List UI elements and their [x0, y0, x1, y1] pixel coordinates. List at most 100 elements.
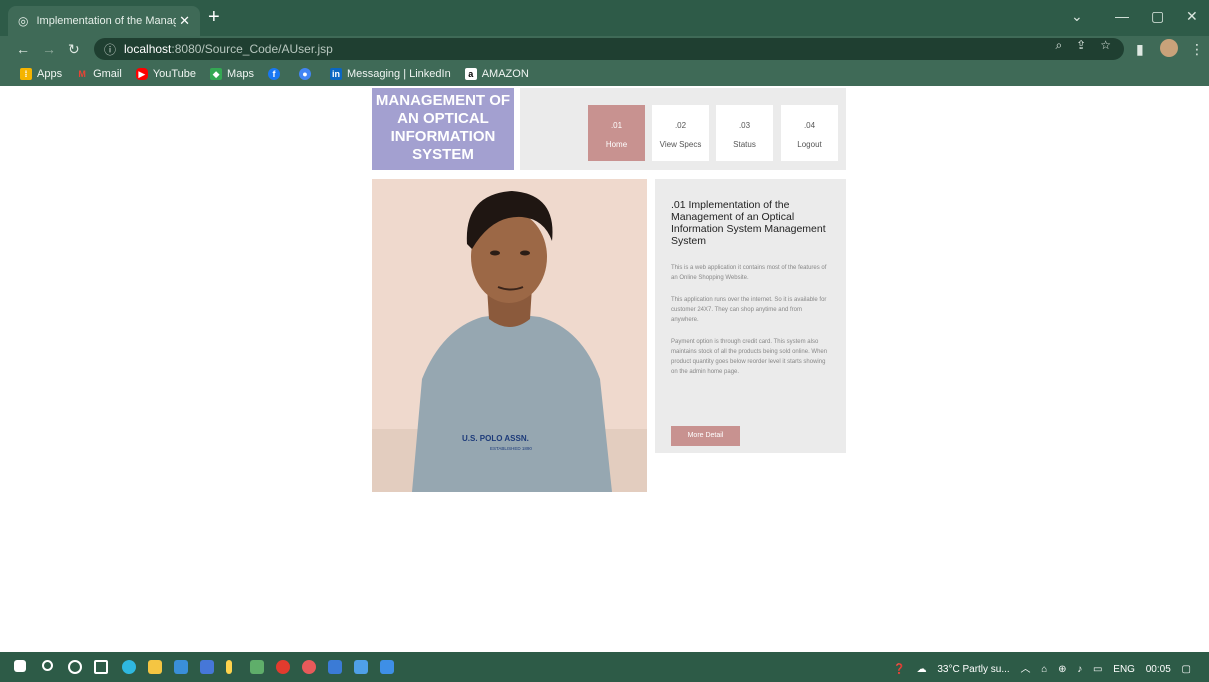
maximize-icon[interactable]: ▢ [1151, 8, 1164, 25]
nav-number: .04 [803, 121, 816, 130]
bookmark-label: Gmail [93, 68, 122, 80]
profile-photo: U.S. POLO ASSN. ESTABLISHED 1890 [372, 179, 647, 492]
amazon-icon: a [464, 68, 477, 80]
system-tray: ❓ ☁ 33°C Partly su... ︿ ⌂ ⊕ ♪ ▭ ENG 00:0… [885, 660, 1191, 675]
apps-grid-icon: ⁞ [20, 68, 32, 80]
url-path: :8080/Source_Code/AUser.jsp [171, 42, 333, 56]
tab-search-icon[interactable]: ⌄ [1071, 8, 1083, 25]
linkedin-icon: in [329, 68, 342, 80]
nav-view-specs[interactable]: .02 View Specs [652, 105, 709, 161]
bookmark-amazon[interactable]: a AMAZON [464, 68, 529, 80]
power-automate-icon[interactable] [226, 660, 232, 674]
omnibox-action-icons: ⌕⇪☆ [1055, 38, 1125, 53]
bookmarks-bar: ⁞ Apps M Gmail ▶ YouTube ◆ Maps f ● in M… [0, 62, 1209, 86]
vscode-icon[interactable] [200, 660, 214, 674]
help-icon[interactable]: ❓ [893, 664, 905, 675]
bookmark-youtube[interactable]: ▶ YouTube [135, 68, 196, 80]
shirt-print: U.S. POLO ASSN. [462, 434, 529, 443]
app-icon[interactable] [354, 660, 368, 674]
youtube-icon: ▶ [135, 68, 148, 80]
person-illustration: U.S. POLO ASSN. ESTABLISHED 1890 [372, 179, 647, 492]
bookmark-linkedin[interactable]: in Messaging | LinkedIn [329, 68, 451, 80]
chrome-taskbar-icon[interactable] [250, 660, 264, 674]
site-logo[interactable]: MANAGEMENT OF AN OPTICAL INFORMATION SYS… [372, 88, 514, 170]
clock[interactable]: 00:05 [1146, 664, 1171, 675]
bookmark-maps[interactable]: ◆ Maps [210, 68, 254, 80]
language-indicator[interactable]: ENG [1113, 664, 1135, 675]
file-explorer-icon[interactable] [148, 660, 162, 674]
battery-icon[interactable]: ▭ [1093, 664, 1102, 675]
new-tab-button[interactable]: + [208, 6, 220, 29]
bookmark-label: Maps [227, 68, 254, 80]
zoom-icon[interactable]: ⌕ [1055, 38, 1076, 52]
nav-number: .03 [738, 121, 751, 130]
recorder-icon[interactable] [302, 660, 316, 674]
bookmark-facebook[interactable]: f [267, 68, 285, 80]
close-window-icon[interactable]: ✕ [1186, 8, 1198, 25]
profile-avatar[interactable] [1160, 39, 1178, 57]
task-view-icon[interactable] [94, 660, 108, 674]
nav-label: Home [605, 140, 628, 149]
info-card: .01 Implementation of the Management of … [655, 179, 846, 453]
url-host: localhost [124, 42, 172, 56]
bookmark-gmail[interactable]: M Gmail [76, 68, 122, 80]
gmail-icon: M [78, 69, 86, 79]
maps-icon: ◆ [210, 68, 223, 80]
nav-home[interactable]: .01 Home [588, 105, 645, 161]
browser-titlebar: ◎ Implementation of the Managem ✕ + ⌄ — … [0, 0, 1209, 36]
logo-line: AN OPTICAL [397, 110, 489, 127]
address-bar-row: ← → ↻ ⓘ localhost :8080/Source_Code/AUse… [0, 36, 1209, 62]
weather-icon: ☁ [916, 664, 927, 675]
logo-line: SYSTEM [412, 146, 474, 163]
bookmark-label: Messaging | LinkedIn [346, 68, 451, 80]
logo-line: INFORMATION [390, 128, 496, 145]
cortana-icon[interactable] [68, 660, 82, 674]
edge-icon[interactable] [122, 660, 136, 674]
nav-status[interactable]: .03 Status [716, 105, 773, 161]
bookmark-star-icon[interactable]: ☆ [1100, 38, 1125, 52]
back-arrow-icon[interactable]: ← [16, 41, 30, 57]
tab-title: Implementation of the Managem [36, 15, 177, 27]
nav-logout[interactable]: .04 Logout [781, 105, 838, 161]
side-panel-icon[interactable]: ▮ [1136, 41, 1144, 58]
windows-start-icon[interactable] [14, 660, 26, 672]
store-icon[interactable] [174, 660, 188, 674]
browser-tab[interactable]: ◎ Implementation of the Managem ✕ [8, 6, 200, 36]
card-paragraph: This application runs over the internet.… [671, 297, 827, 323]
forward-arrow-icon[interactable]: → [42, 41, 56, 57]
search-icon[interactable] [42, 660, 53, 671]
windows-taskbar: ❓ ☁ 33°C Partly su... ︿ ⌂ ⊕ ♪ ▭ ENG 00:0… [0, 652, 1209, 682]
tab-close-icon[interactable]: ✕ [179, 13, 190, 29]
menu-kebab-icon[interactable]: ⋮ [1190, 41, 1204, 58]
notification-icon[interactable]: ▢ [1182, 664, 1191, 675]
share-icon[interactable]: ⇪ [1076, 38, 1100, 52]
photos-icon[interactable] [380, 660, 394, 674]
card-paragraph: Payment option is through credit card. T… [671, 339, 828, 375]
info-icon[interactable]: ⓘ [104, 41, 116, 58]
network-icon[interactable]: ⌂ [1041, 664, 1047, 675]
nav-label: View Specs [659, 140, 702, 149]
globe-icon: ◎ [18, 14, 29, 28]
bookmark-apps[interactable]: ⁞ Apps [20, 68, 62, 80]
reload-icon[interactable]: ↻ [68, 41, 80, 58]
bookmark-label: Apps [37, 68, 63, 80]
url-bar[interactable]: ⓘ localhost :8080/Source_Code/AUser.jsp [94, 38, 1124, 60]
chrome-extension-icon: ● [298, 68, 311, 80]
facebook-icon: f [267, 68, 280, 80]
shirt-print-sub: ESTABLISHED 1890 [490, 446, 532, 451]
weather-text[interactable]: 33°C Partly su... [937, 664, 1009, 675]
logo-line: MANAGEMENT OF [375, 92, 511, 109]
globe-icon[interactable]: ⊕ [1058, 664, 1066, 675]
chevron-up-icon[interactable]: ︿ [1020, 664, 1030, 675]
minimize-icon[interactable]: — [1115, 8, 1129, 24]
volume-icon[interactable]: ♪ [1077, 664, 1082, 675]
more-detail-button[interactable]: More Detail [671, 426, 740, 446]
nav-number: .01 [610, 121, 623, 130]
nav-number: .02 [674, 121, 687, 130]
card-title: .01 Implementation of the Management of … [671, 199, 826, 247]
opera-icon[interactable] [276, 660, 290, 674]
word-icon[interactable] [328, 660, 342, 674]
bookmark-extension[interactable]: ● [298, 68, 316, 80]
main-nav: .01 Home .02 View Specs .03 Status .04 L… [520, 88, 846, 170]
bookmark-label: AMAZON [481, 68, 529, 80]
